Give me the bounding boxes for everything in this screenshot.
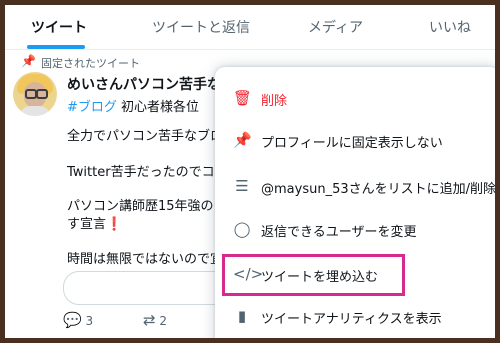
retweet-icon: ⇄ [143, 311, 156, 329]
reply-icon: 💬 [63, 311, 82, 329]
tab-media[interactable]: メディア [308, 17, 363, 37]
menu-item-label: ツイートアナリティクスを表示 [261, 312, 442, 327]
tweet-options-menu: 🗑 削除 📌 プロフィールに固定表示しない ☰ @maysun_53さんをリスト… [215, 67, 495, 338]
trash-icon: 🗑 [233, 89, 253, 107]
pinned-tweet-label: 📌 固定されたツイート [21, 54, 140, 71]
tab-likes[interactable]: いいね [429, 17, 471, 37]
tweet-text-line: 時間は無限ではないので宜し [67, 252, 237, 267]
pinned-text: 固定されたツイート [41, 57, 140, 70]
tweet-first-line: #ブログ 初心者様各位 [67, 96, 199, 115]
tab-tweets[interactable]: ツイート [31, 17, 87, 37]
list-add-icon: ☰ [235, 177, 249, 195]
reply-count: 3 [85, 314, 94, 328]
bar-chart-icon: ▮ [237, 307, 247, 325]
pin-icon: 📌 [21, 54, 36, 68]
retweet-button[interactable]: ⇄ 2 [143, 311, 167, 329]
active-tab-indicator [27, 45, 85, 49]
hashtag-link[interactable]: #ブログ [67, 100, 117, 115]
menu-item-change-reply-audience[interactable]: ◯ 返信できるユーザーを変更 [215, 210, 495, 250]
reply-button[interactable]: 💬 3 [63, 311, 93, 329]
embed-tweet-highlight [222, 254, 405, 296]
menu-item-add-to-list[interactable]: ☰ @maysun_53さんをリストに追加/削除 [215, 167, 495, 207]
speech-bubble-icon: ◯ [233, 220, 251, 238]
tweet-text-fragment: す宣言 [67, 217, 107, 232]
tweet-first-line-text: 初心者様各位 [116, 100, 200, 115]
menu-item-unpin[interactable]: 📌 プロフィールに固定表示しない [215, 121, 495, 161]
menu-item-label: プロフィールに固定表示しない [261, 136, 443, 151]
tweet-text-line: パソコン講師歴15年強のワー [67, 199, 240, 214]
tweet-text-line-emphasis: す宣言❗ [67, 213, 122, 232]
tweet-text-line: 全力でパソコン苦手なブログ [67, 129, 237, 144]
menu-item-delete[interactable]: 🗑 削除 [215, 79, 495, 119]
exclamation-icon: ❗ [106, 217, 123, 232]
menu-item-label: 削除 [261, 94, 288, 109]
menu-item-tweet-analytics[interactable]: ▮ ツイートアナリティクスを表示 [215, 297, 495, 337]
retweet-count: 2 [159, 314, 168, 328]
menu-item-label: @maysun_53さんをリストに追加/削除 [261, 182, 495, 197]
profile-tabs: ツイート ツイートと返信 メディア いいね [5, 5, 495, 50]
menu-item-label: 返信できるユーザーを変更 [261, 225, 417, 240]
pin-icon: 📌 [233, 131, 252, 149]
tab-tweets-and-replies[interactable]: ツイートと返信 [152, 17, 250, 37]
twitter-profile-frame: ツイート ツイートと返信 メディア いいね 📌 固定されたツイート めいさんパソ… [5, 5, 495, 338]
avatar[interactable] [13, 72, 57, 116]
